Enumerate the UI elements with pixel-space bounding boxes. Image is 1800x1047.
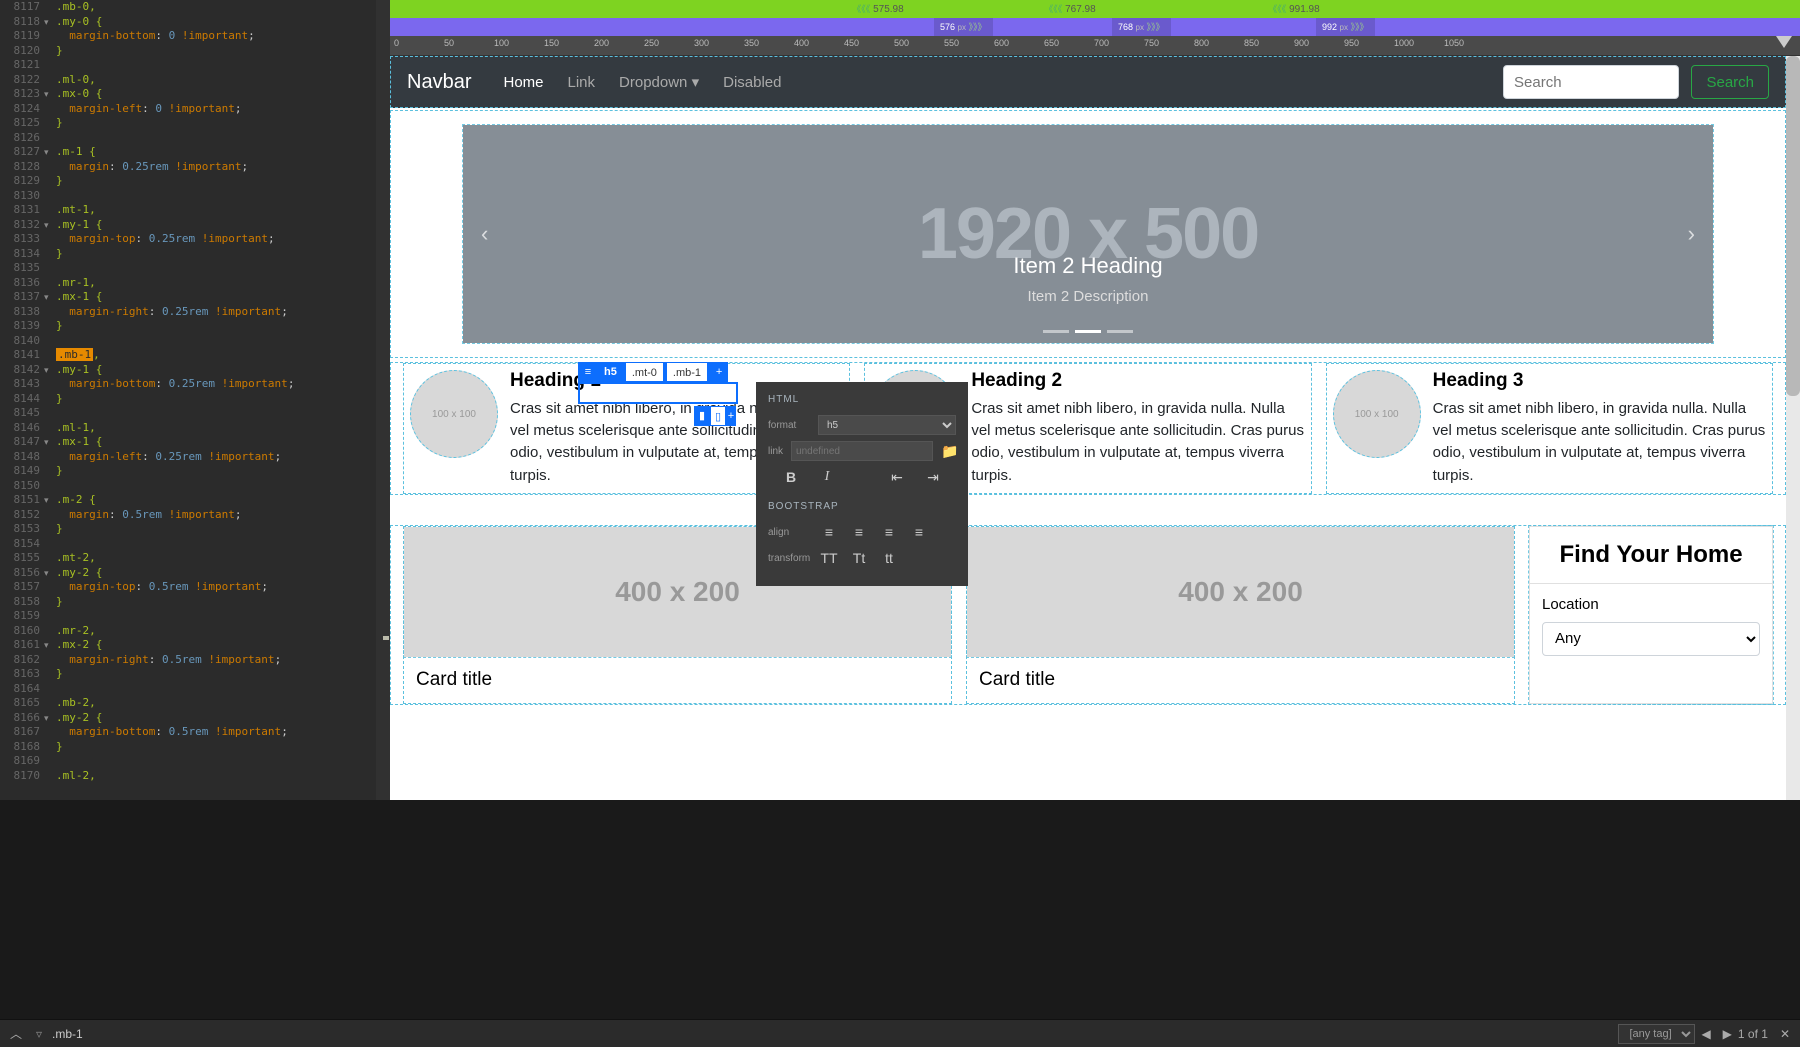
align-right-icon[interactable]: ≡: [878, 522, 900, 542]
link-input[interactable]: [791, 441, 933, 461]
transform-capitalize-button[interactable]: Tt: [848, 548, 870, 568]
drag-handle-icon[interactable]: ≡: [578, 362, 598, 382]
navbar-search-form: Search: [1503, 65, 1769, 99]
media-text[interactable]: Cras sit amet nibh libero, in gravida nu…: [971, 398, 1304, 487]
format-select[interactable]: h5: [818, 415, 956, 435]
media-heading[interactable]: Heading 2: [971, 370, 1304, 392]
folder-icon[interactable]: 📁: [941, 441, 958, 461]
tag-filter-select[interactable]: [any tag]: [1618, 1024, 1695, 1044]
media-body[interactable]: Heading 2 Cras sit amet nibh libero, in g…: [971, 370, 1304, 487]
chevron-up-icon[interactable]: ︿: [10, 1025, 22, 1042]
align-left-icon[interactable]: ≡: [818, 522, 840, 542]
carousel-indicators[interactable]: [1043, 330, 1133, 333]
minimap[interactable]: [376, 0, 390, 800]
search-input[interactable]: [1503, 65, 1679, 99]
media-body[interactable]: Heading 3 Cras sit amet nibh libero, in g…: [1433, 370, 1766, 487]
location-select[interactable]: Any: [1542, 622, 1760, 656]
align-justify-icon[interactable]: ≡: [908, 522, 930, 542]
align-center-icon[interactable]: ≡: [848, 522, 870, 542]
carousel-description[interactable]: Item 2 Description: [1028, 288, 1149, 305]
selection-tag-label[interactable]: h5: [598, 362, 623, 382]
selection-class-chip[interactable]: .mb-1: [666, 362, 708, 382]
nav-link-disabled: Disabled: [723, 74, 781, 91]
indicator-dot[interactable]: [1107, 330, 1133, 333]
viewport-width-handle-icon[interactable]: [1776, 36, 1792, 48]
carousel-heading[interactable]: Item 2 Heading: [1013, 253, 1162, 279]
style-inspector[interactable]: HTML format h5 link 📁 B I ⇤ ⇥ BOOTSTRAP …: [756, 382, 968, 586]
bold-button[interactable]: B: [780, 467, 802, 487]
carousel[interactable]: 1920 x 500 Item 2 Heading Item 2 Descrip…: [390, 110, 1786, 358]
insert-after-icon[interactable]: +: [726, 406, 736, 426]
find-home-panel[interactable]: Find Your Home Location Any: [1529, 526, 1773, 704]
selection-toolbar[interactable]: ≡ h5 .mt-0 .mb-1 +: [578, 362, 728, 382]
filter-icon[interactable]: ▿: [36, 1027, 42, 1041]
format-label: format: [768, 420, 810, 431]
chevron-down-icon: ▾: [692, 74, 700, 91]
card-title[interactable]: Card title: [967, 657, 1514, 703]
selector-search-input[interactable]: [52, 1027, 252, 1041]
preview-scrollbar[interactable]: [1786, 56, 1800, 800]
avatar-placeholder[interactable]: 100 x 100: [1333, 370, 1421, 458]
add-class-button[interactable]: +: [710, 362, 728, 382]
transform-lower-button[interactable]: tt: [878, 548, 900, 568]
code-editor[interactable]: 8117811881198120812181228123812481258126…: [0, 0, 390, 800]
media-text[interactable]: Cras sit amet nibh libero, in gravida nu…: [1433, 398, 1766, 487]
media-card[interactable]: 100 x 100 Heading 3 Cras sit amet nibh lib…: [1326, 363, 1773, 494]
find-home-header: Find Your Home: [1530, 527, 1772, 584]
breakpoint-bar-min[interactable]: 576 px 》》》768 px 》》》992 px 》》》: [390, 18, 1800, 36]
link-label: link: [768, 446, 783, 457]
preview-panel: 《《《 575.98 px《《《 767.98 px《《《 991.98 px …: [390, 0, 1800, 800]
align-label: align: [768, 527, 810, 538]
image-placeholder[interactable]: 400 x 200: [967, 527, 1514, 657]
transform-upper-button[interactable]: TT: [818, 548, 840, 568]
carousel-slide[interactable]: 1920 x 500 Item 2 Heading Item 2 Descrip…: [463, 125, 1713, 343]
italic-button[interactable]: I: [816, 467, 838, 487]
media-heading[interactable]: Heading 3: [1433, 370, 1766, 392]
navbar-brand[interactable]: Navbar: [407, 71, 471, 94]
insert-handles[interactable]: ▮ ▯ +: [694, 406, 736, 426]
inspector-bootstrap-section-label: BOOTSTRAP: [768, 501, 956, 512]
nav-link-dropdown[interactable]: Dropdown ▾: [619, 73, 699, 91]
close-icon[interactable]: ✕: [1780, 1027, 1790, 1041]
fold-column[interactable]: ▾▾▾▾▾▾▾▾▾▾▾: [44, 0, 56, 800]
navbar[interactable]: Navbar Home Link Dropdown ▾ Disabled Sea…: [390, 56, 1786, 108]
prev-match-icon[interactable]: ◀: [1701, 1027, 1710, 1041]
card-title[interactable]: Card title: [404, 657, 951, 703]
breakpoint-bar-max[interactable]: 《《《 575.98 px《《《 767.98 px《《《 991.98 px: [390, 0, 1800, 18]
nav-link-link[interactable]: Link: [568, 74, 596, 91]
insert-before-icon[interactable]: ▮: [694, 406, 710, 426]
indent-left-icon[interactable]: ⇤: [886, 467, 908, 487]
status-bar: ︿ ▿ [any tag] ◀ ▶ 1 of 1 ✕: [0, 1019, 1800, 1047]
location-label: Location: [1542, 596, 1599, 613]
scrollbar-thumb[interactable]: [1786, 56, 1800, 396]
indent-right-icon[interactable]: ⇥: [922, 467, 944, 487]
lower-row[interactable]: 400 x 200 Card title 400 x 200 Card titl…: [390, 525, 1786, 705]
selection-class-chip[interactable]: .mt-0: [625, 362, 664, 382]
next-match-icon[interactable]: ▶: [1723, 1027, 1732, 1041]
match-count: 1 of 1: [1738, 1027, 1768, 1041]
insert-inside-icon[interactable]: ▯: [710, 406, 726, 426]
inspector-html-section-label: HTML: [768, 394, 956, 405]
avatar-placeholder[interactable]: 100 x 100: [410, 370, 498, 458]
nav-link-home[interactable]: Home: [503, 74, 543, 91]
indicator-dot[interactable]: [1075, 330, 1101, 333]
code-body[interactable]: .mb-0,.my-0 { margin-bottom: 0 !importan…: [56, 0, 390, 783]
minimap-marker: [383, 636, 389, 640]
transform-label: transform: [768, 553, 810, 564]
image-card[interactable]: 400 x 200 Card title: [966, 526, 1515, 704]
canvas[interactable]: Navbar Home Link Dropdown ▾ Disabled Sea…: [390, 56, 1786, 800]
carousel-prev-icon[interactable]: ‹: [481, 221, 488, 247]
ruler[interactable]: 0501001502002503003504004505005506006507…: [390, 36, 1800, 56]
search-button[interactable]: Search: [1691, 65, 1769, 99]
line-number-gutter: 8117811881198120812181228123812481258126…: [0, 0, 44, 800]
carousel-next-icon[interactable]: ›: [1688, 221, 1695, 247]
selection-box: [578, 382, 738, 404]
indicator-dot[interactable]: [1043, 330, 1069, 333]
